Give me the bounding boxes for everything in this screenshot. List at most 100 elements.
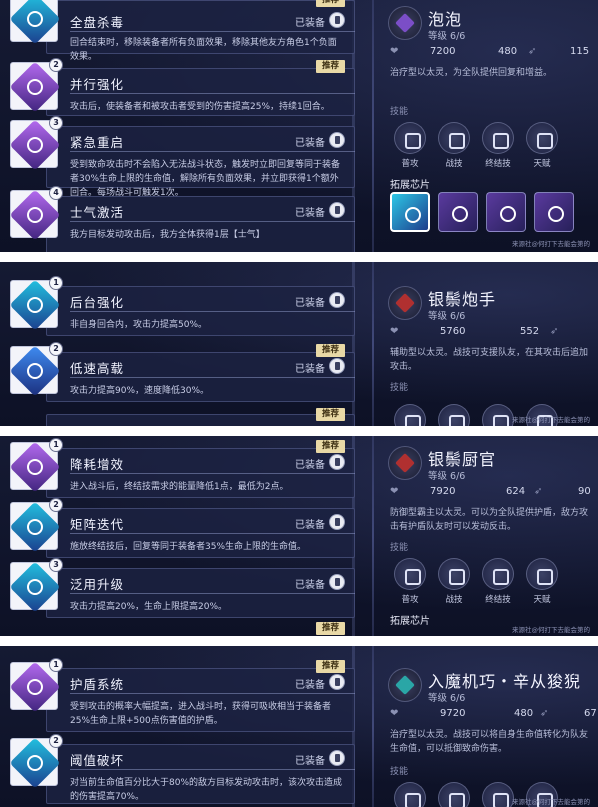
chip-slot-number: 2 — [49, 58, 63, 72]
skill-icon — [394, 782, 426, 807]
skill-icon — [482, 122, 514, 154]
chip-name: 低速高载 — [70, 361, 125, 376]
character-name: 入魔机巧・辛从狻猊 — [428, 672, 582, 691]
skill-basic[interactable] — [392, 404, 428, 426]
skill-icon — [482, 558, 514, 590]
skill-basic[interactable] — [392, 782, 428, 807]
equip-toggle-icon[interactable] — [329, 574, 345, 590]
skill-tech[interactable]: 战技 — [436, 558, 472, 605]
chip-card[interactable]: 3 泛用升级 已装备 攻击力提高20%，生命上限提高20%。 — [9, 558, 355, 618]
skill-ultimate[interactable]: 终结技 — [480, 122, 516, 169]
equipped-label: 已装备 — [295, 364, 325, 375]
atk-icon: ➶ — [534, 486, 543, 497]
hp-value: 9720 — [440, 708, 466, 719]
column-divider — [372, 262, 374, 426]
chip-card[interactable]: 推荐 — [10, 620, 355, 636]
skill-basic[interactable]: 普攻 — [392, 122, 428, 169]
equipped-label: 已装备 — [295, 18, 325, 29]
chip-card[interactable]: 推荐 全盘杀毒 已装备 回合结束时，移除装备者所有负面效果，移除其他友方角色1个… — [9, 0, 355, 62]
watermark: 来源社@何打下去能会第的 — [512, 626, 590, 634]
chip-slot-2[interactable] — [438, 192, 478, 232]
chip-name: 后台强化 — [70, 295, 125, 310]
skill-icon — [438, 558, 470, 590]
hp-icon: ❤ — [390, 46, 399, 57]
atk-value: 480 — [514, 708, 534, 719]
skill-tech[interactable]: 战技 — [436, 122, 472, 169]
chip-name: 阈值破坏 — [70, 753, 125, 768]
character-desc: 辅助型以太灵。战技可支援队友，在其攻击后追加攻击。 — [390, 348, 589, 372]
chip-slot-number: 1 — [49, 276, 63, 290]
chip-card[interactable]: 推荐 — [10, 408, 355, 426]
character-level: 等级 6/6 — [428, 31, 466, 42]
chip-card[interactable]: 4 士气激活 已装备 我方目标发动攻击后，我方全体获得1层【士气】 — [9, 186, 355, 252]
skills-title: 技能 — [390, 383, 409, 393]
skill-ultimate[interactable] — [480, 404, 516, 426]
equip-toggle-icon[interactable] — [329, 750, 345, 766]
chip-name: 全盘杀毒 — [70, 15, 125, 30]
chip-card[interactable]: 1 推荐 降耗增效 已装备 进入战斗后，终结技需求的能量降低1点，最低为2点。 — [9, 438, 355, 498]
column-divider — [372, 436, 374, 636]
chip-slot-number: 2 — [49, 342, 63, 356]
skill-ultimate[interactable]: 终结技 — [480, 558, 516, 605]
skill-talent[interactable]: 天赋 — [524, 558, 560, 605]
equip-toggle-icon[interactable] — [329, 12, 345, 28]
chip-name: 矩阵迭代 — [70, 517, 125, 532]
skill-icon — [438, 782, 470, 807]
chip-slot-4[interactable] — [534, 192, 574, 232]
character-emblem-icon — [388, 6, 422, 40]
equipped-label: 已装备 — [295, 298, 325, 309]
chip-card[interactable]: 2 矩阵迭代 已装备 施放终结技后，回复等同于装备者35%生命上限的生命值。 — [9, 498, 355, 558]
equip-toggle-icon[interactable] — [329, 292, 345, 308]
recommend-tag: 推荐 — [315, 622, 345, 635]
atk-icon: ➶ — [550, 326, 559, 337]
equip-toggle-icon[interactable] — [329, 674, 345, 690]
chip-name: 护盾系统 — [70, 677, 125, 692]
chip-icon: 1 — [9, 658, 63, 713]
chip-desc: 攻击后，使装备者和被攻击者受到的伤害提高25%，持续1回合。 — [70, 102, 330, 112]
third-stat-value: 115 — [570, 46, 590, 57]
chip-card[interactable]: 2 推荐 低速高载 已装备 攻击力提高90%，速度降低30%。 — [9, 342, 355, 402]
watermark: 来源社@何打下去能会第的 — [512, 240, 590, 248]
character-panel: 银鬃厨官 等级 6/6 ❤ 7920 624 ➶ 90 防御型霸主以太灵。可以为… — [384, 440, 592, 636]
chip-card[interactable]: 2 推荐 并行强化 攻击后，使装备者和被攻击者受到的伤害提高25%，持续1回合。 — [9, 58, 355, 116]
skill-tech[interactable] — [436, 404, 472, 426]
chip-slot-number: 1 — [49, 658, 63, 672]
chip-card-body — [46, 414, 355, 426]
equip-toggle-icon[interactable] — [329, 514, 345, 530]
chip-desc: 受到攻击的概率大幅提高，进入战斗时，获得可吸收相当于装备者25%生命上限+500… — [70, 702, 332, 726]
equip-toggle-icon[interactable] — [329, 454, 345, 470]
chip-card[interactable]: 1 推荐 护盾系统 已装备 受到攻击的概率大幅提高，进入战斗时，获得可吸收相当于… — [9, 658, 355, 732]
hp-icon: ❤ — [390, 486, 399, 497]
chip-slot-1[interactable] — [390, 192, 430, 232]
column-divider — [372, 0, 374, 252]
character-emblem-icon — [388, 446, 422, 480]
atk-icon: ➶ — [540, 708, 549, 719]
skill-tech[interactable] — [436, 782, 472, 807]
chip-card[interactable]: 3 紧急重启 已装备 受到致命攻击时不会陷入无法战斗状态，触发时立即回复等同于装… — [9, 116, 355, 198]
equip-toggle-icon[interactable] — [329, 358, 345, 374]
character-stats: ❤ 9720 480 ➶ 67 — [390, 708, 597, 722]
character-level: 等级 6/6 — [428, 311, 466, 322]
equip-toggle-icon[interactable] — [329, 202, 345, 218]
column-divider — [372, 646, 374, 807]
chip-icon: 2 — [9, 498, 63, 553]
character-stats: ❤ 7920 624 ➶ 90 — [390, 486, 592, 500]
skill-icon — [438, 404, 470, 426]
chip-icon: 2 — [9, 342, 63, 397]
equip-toggle-icon[interactable] — [329, 132, 345, 148]
chip-slot-3[interactable] — [486, 192, 526, 232]
chip-name: 士气激活 — [70, 205, 125, 220]
chips-title: 拓展芯片 — [390, 180, 430, 191]
skill-talent[interactable]: 天赋 — [524, 122, 560, 169]
skill-ultimate[interactable] — [480, 782, 516, 807]
chip-card[interactable]: 2 阈值破坏 已装备 对当前生命值百分比大于80%的敌方目标发动攻击时，该次攻击… — [9, 734, 355, 804]
skill-icon — [394, 122, 426, 154]
skill-icon — [438, 122, 470, 154]
chip-slot-number: 2 — [49, 498, 63, 512]
skill-basic[interactable]: 普攻 — [392, 558, 428, 605]
character-emblem-icon — [388, 668, 422, 702]
chip-slot-number: 2 — [49, 734, 63, 748]
character-emblem-icon — [388, 286, 422, 320]
chip-card[interactable]: 1 后台强化 已装备 非自身回合内，攻击力提高50%。 — [9, 276, 355, 336]
chip-desc: 对当前生命值百分比大于80%的敌方目标发动攻击时，该次攻击造成的伤害提高70%。 — [70, 778, 343, 802]
